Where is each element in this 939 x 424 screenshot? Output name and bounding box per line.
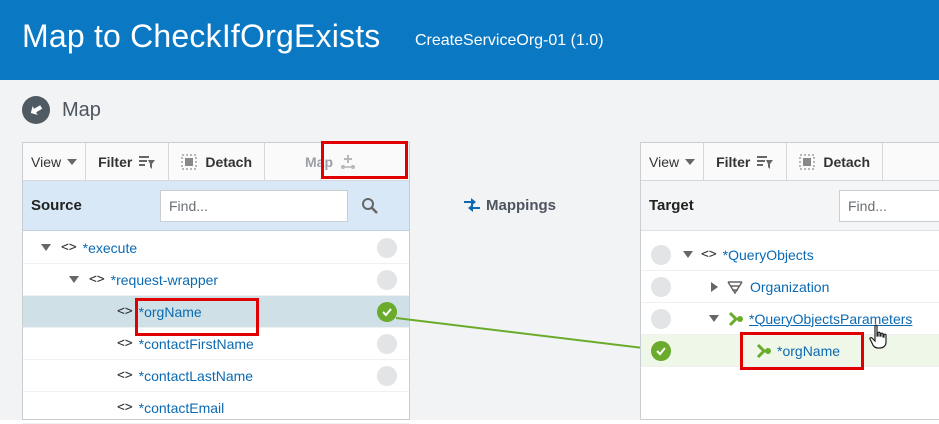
find-placeholder: Find... [848,198,887,214]
map-icon [22,96,50,124]
highlight-target-orgname [740,332,864,370]
mappings-header: Mappings [462,196,556,214]
integration-version: CreateServiceOrg-01 (1.0) [415,32,604,49]
target-header: Target Find... [641,181,939,231]
mapping-status-icon [651,245,671,265]
mapping-status-icon [377,334,397,354]
node-label: Organization [750,278,830,295]
filter-label: Filter [716,153,751,170]
target-toolbar: View Filter Detach [641,143,939,181]
node-label: *contactFirstName [138,335,254,352]
view-label: View [31,153,62,170]
detach-button[interactable]: Detach [787,143,884,180]
mapping-status-icon [377,366,397,386]
mapping-status-icon [651,309,671,329]
target-panel: View Filter Detach Target Find... <> *Qu… [640,142,939,420]
target-label: Target [649,197,694,214]
highlight-map-button [321,141,408,179]
filter-icon [139,155,156,169]
hand-cursor-icon [869,324,887,349]
filter-icon [757,155,774,169]
view-label: View [649,153,680,170]
source-panel: View Filter Detach Map Source Find... <>… [22,142,410,424]
element-icon: <> [117,304,133,319]
mappings-icon [464,198,480,212]
source-header: Source Find... [23,181,409,231]
mappings-label: Mappings [486,196,556,214]
target-row-queryobjects[interactable]: <> *QueryObjects [641,239,939,271]
chevron-down-icon [67,158,78,165]
detach-label: Detach [205,153,253,170]
filter-button[interactable]: Filter [86,143,170,180]
collapse-icon[interactable] [709,315,719,322]
node-label: *request-wrapper [110,271,219,288]
mapping-status-icon [377,238,397,258]
element-icon: <> [61,240,77,255]
node-label: *execute [82,239,138,256]
source-find-input[interactable]: Find... [160,190,348,222]
mapped-check-icon [651,341,671,361]
parameters-icon [728,311,743,326]
detach-icon [181,154,197,169]
source-row-execute[interactable]: <> *execute [23,232,409,264]
filter-label: Filter [98,153,133,170]
section-title: Map [62,98,101,121]
filter-button[interactable]: Filter [704,143,788,180]
collapse-icon[interactable] [69,276,79,283]
target-row-queryobjectsparameters[interactable]: *QueryObjectsParameters [641,303,939,335]
section-heading: Map [22,96,101,124]
view-menu[interactable]: View [641,143,705,180]
element-icon: <> [117,368,133,383]
element-icon: <> [89,272,105,287]
element-icon: <> [117,336,133,351]
element-icon: <> [117,400,133,415]
detach-button[interactable]: Detach [169,143,266,180]
expand-icon[interactable] [711,281,718,292]
source-label: Source [31,197,82,214]
mapped-check-icon [377,302,397,322]
collapse-icon[interactable] [41,244,51,251]
view-menu[interactable]: View [23,143,87,180]
node-label: *QueryObjects [722,246,814,263]
source-row-request-wrapper[interactable]: <> *request-wrapper [23,264,409,296]
mapping-status-icon [651,277,671,297]
detach-label: Detach [823,153,871,170]
target-find-input[interactable]: Find... [839,190,939,222]
node-label: *contactLastName [138,367,254,384]
source-row-contactlastname[interactable]: <> *contactLastName [23,360,409,392]
collapse-icon[interactable] [683,251,693,258]
element-icon: <> [701,247,717,262]
target-row-organization[interactable]: Organization [641,271,939,303]
mapping-status-icon [377,270,397,290]
find-placeholder: Find... [169,198,208,214]
search-icon[interactable] [361,197,379,215]
page-header: Map to CheckIfOrgExists CreateServiceOrg… [0,0,939,80]
page-title: Map to CheckIfOrgExists [22,18,381,54]
source-row-contactemail[interactable]: <> *contactEmail [23,392,409,424]
highlight-source-orgname [135,298,259,336]
detach-icon [799,154,815,169]
node-label: *contactEmail [138,399,225,416]
object-icon [727,280,743,294]
chevron-down-icon [685,158,696,165]
